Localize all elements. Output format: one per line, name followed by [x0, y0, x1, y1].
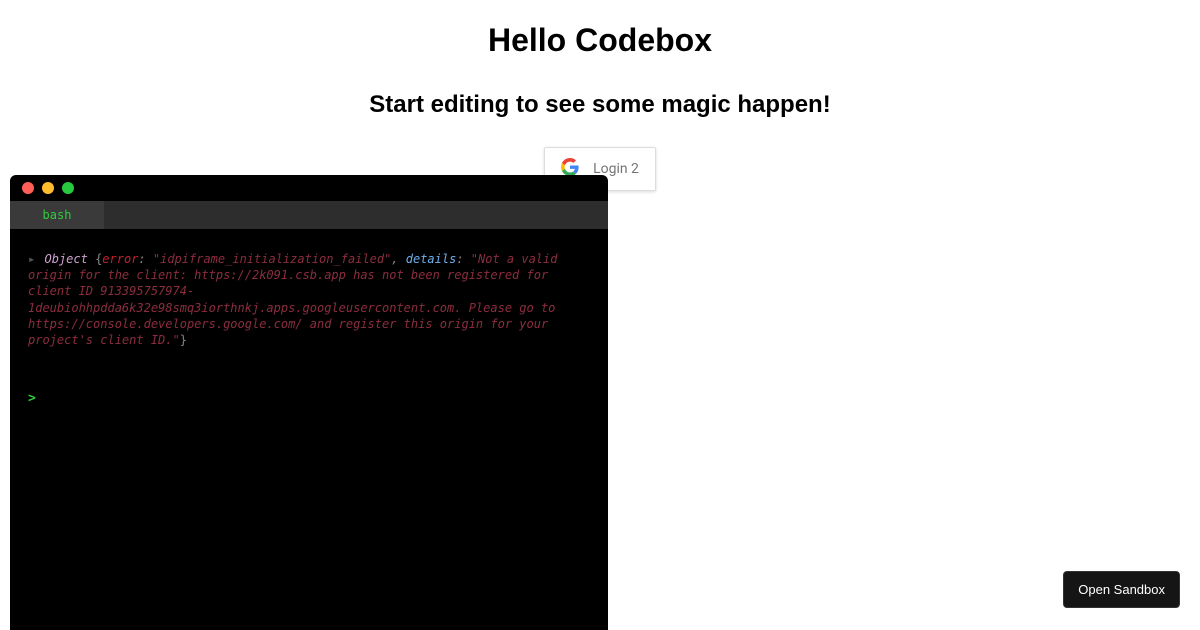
console-output-line: ▸ Object {error: "idpiframe_initializati…: [28, 251, 590, 348]
page-title: Hello Codebox: [0, 22, 1200, 59]
details-key: details: [406, 252, 457, 266]
page-subtitle: Start editing to see some magic happen!: [0, 91, 1200, 119]
expand-arrow-icon[interactable]: ▸: [28, 251, 35, 267]
error-value: "idpiframe_initialization_failed": [153, 252, 391, 266]
terminal-tabbar: bash: [10, 201, 608, 229]
terminal-body[interactable]: ▸ Object {error: "idpiframe_initializati…: [10, 229, 608, 408]
terminal-window: bash ▸ Object {error: "idpiframe_initial…: [10, 175, 608, 630]
terminal-prompt[interactable]: >: [28, 390, 590, 408]
colon: :: [138, 252, 152, 266]
object-keyword: Object: [44, 252, 87, 266]
open-sandbox-button[interactable]: Open Sandbox: [1063, 571, 1180, 608]
close-brace: }: [180, 333, 187, 347]
terminal-titlebar: [10, 175, 608, 201]
header: Hello Codebox Start editing to see some …: [0, 0, 1200, 191]
terminal-tab-bash[interactable]: bash: [10, 201, 104, 229]
error-key: error: [102, 252, 138, 266]
window-close-dot[interactable]: [22, 182, 34, 194]
details-value: "Not a valid origin for the client: http…: [28, 252, 557, 347]
window-minimize-dot[interactable]: [42, 182, 54, 194]
window-maximize-dot[interactable]: [62, 182, 74, 194]
